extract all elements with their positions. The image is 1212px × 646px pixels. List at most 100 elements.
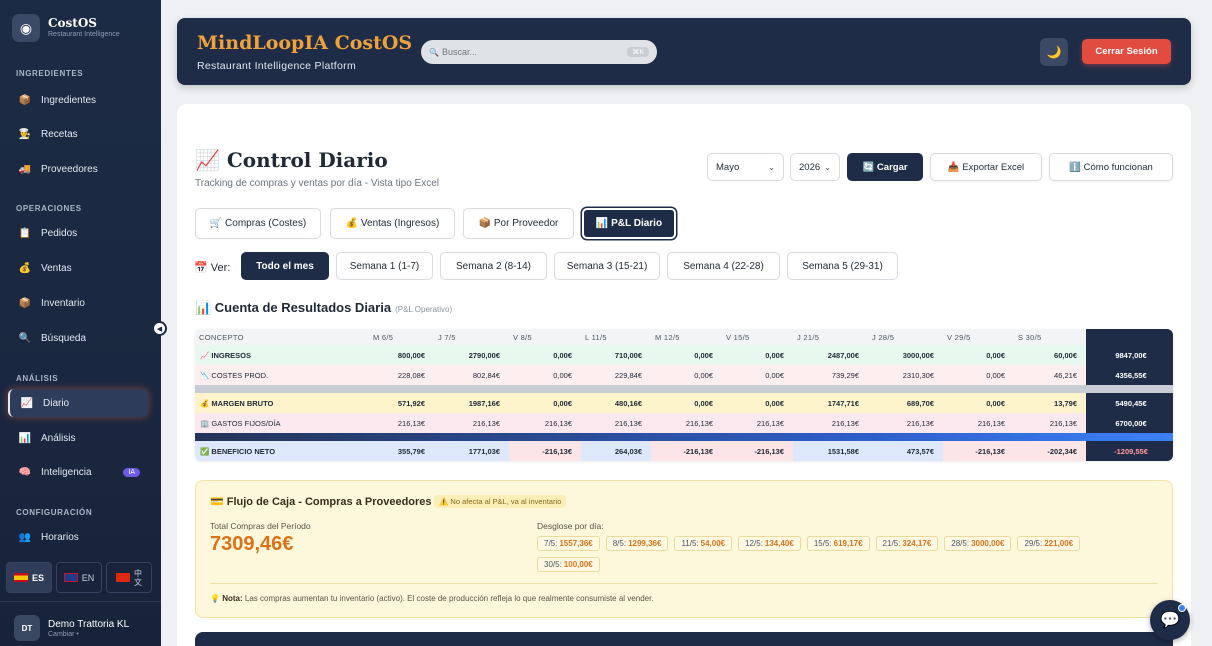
theme-toggle-moon-icon[interactable]: 🌙 — [1040, 38, 1068, 66]
breakdown-label: Desglose por día: — [537, 521, 604, 531]
pl-section-title: 📊 Cuenta de Resultados Diaria (P&L Operat… — [195, 300, 452, 316]
sidebar-item-label: Horarios — [41, 531, 79, 543]
note-text: Las compras aumentan tu inventario (acti… — [242, 594, 654, 603]
week-filter-2[interactable]: Semana 2 (8-14) — [440, 252, 547, 280]
app-title: MindLoopIA CostOS — [197, 32, 413, 54]
total-cell: 6700,00€ — [1086, 413, 1173, 433]
sidebar-item-analisis[interactable]: 📊 Análisis — [8, 424, 148, 452]
total-cell: -1209,55€ — [1086, 441, 1173, 461]
tab-ventas[interactable]: 💰 Ventas (Ingresos) — [330, 208, 455, 239]
view-label: 📅 Ver: — [194, 262, 231, 274]
table-cell: 0,00€ — [651, 393, 722, 413]
truck-icon: 🚚 — [18, 163, 32, 175]
sidebar-item-inteligencia[interactable]: 🧠 Inteligencia IA — [8, 458, 148, 486]
sidebar-item-busqueda[interactable]: 🔍 Búsqueda — [8, 324, 148, 352]
table-cell: 46,21€ — [1014, 365, 1086, 385]
lang-code: 中 文 — [134, 568, 142, 587]
divider — [210, 583, 1158, 584]
sidebar-item-label: Ingredientes — [41, 94, 97, 106]
table-cell: 264,03€ — [581, 441, 651, 461]
sidebar-item-proveedores[interactable]: 🚚 Proveedores — [8, 155, 148, 183]
table-cell: 0,00€ — [651, 345, 722, 365]
table-cell: 216,13€ — [651, 413, 722, 433]
total-purchases-label: Total Compras del Período — [210, 521, 311, 531]
day-chip: 15/5: 619,17€ — [806, 536, 870, 551]
sidebar-item-horarios[interactable]: 👥 Horarios — [8, 523, 148, 551]
table-cell: 13,79€ — [1014, 393, 1086, 413]
table-cell: 0,00€ — [509, 345, 581, 365]
lang-en-button[interactable]: EN — [56, 562, 102, 593]
brand[interactable]: ◉ CostOS Restaurant Intelligence — [12, 14, 120, 42]
tab-pl-diario[interactable]: 📊 P&L Diario — [582, 208, 676, 239]
table-cell: 229,84€ — [581, 365, 651, 385]
sidebar-item-label: Inteligencia — [41, 466, 92, 478]
pl-subtitle: (P&L Operativo) — [395, 305, 453, 314]
table-header-row: CONCEPTO M 6/5 J 7/5 V 8/5 L 11/5 M 12/5… — [195, 329, 1173, 345]
how-it-works-button[interactable]: ℹ️ Cómo funcionan — [1049, 153, 1173, 181]
brand-logo-icon: ◉ — [12, 14, 40, 42]
lang-code: ES — [31, 572, 44, 583]
table-cell: 60,00€ — [1014, 345, 1086, 365]
column-header: J 7/5 — [434, 329, 509, 345]
sidebar-item-ventas[interactable]: 💰 Ventas — [8, 254, 148, 282]
cash-flow-panel: 💳 Flujo de Caja - Compras a Proveedores … — [195, 480, 1173, 618]
chip-day: 28/5: — [951, 539, 970, 548]
bar-chart-icon: 📊 — [18, 432, 32, 444]
chip-value: 134,40€ — [764, 539, 794, 548]
table-cell: 710,00€ — [581, 345, 651, 365]
week-filter-3[interactable]: Semana 3 (15-21) — [554, 252, 660, 280]
table-cell: 0,00€ — [651, 365, 722, 385]
week-filter-1[interactable]: Semana 1 (1-7) — [336, 252, 433, 280]
lang-es-button[interactable]: ES — [6, 562, 52, 593]
sidebar-item-pedidos[interactable]: 📋 Pedidos — [8, 219, 148, 247]
table-cell: 1531,58€ — [793, 441, 868, 461]
week-filter-5[interactable]: Semana 5 (29-31) — [787, 252, 898, 280]
table-cell: 216,13€ — [793, 413, 868, 433]
language-switcher: ES EN 中 文 — [6, 562, 152, 593]
search-input[interactable]: 🔍 Buscar... ⌘K — [421, 40, 657, 64]
chip-value: 1299,36€ — [628, 539, 662, 548]
column-header: J 21/5 — [793, 329, 868, 345]
pl-table: CONCEPTO M 6/5 J 7/5 V 8/5 L 11/5 M 12/5… — [195, 329, 1173, 461]
total-column-header — [1086, 329, 1173, 345]
day-chip: 12/5: 134,40€ — [738, 536, 801, 551]
chip-day: 11/5: — [681, 539, 699, 548]
collapse-sidebar-icon[interactable]: ◀ — [152, 321, 167, 336]
table-cell: -202,34€ — [1014, 441, 1086, 461]
user-switcher[interactable]: DT Demo Trattoria KL Cambiar • — [14, 615, 129, 641]
sidebar-item-diario[interactable]: 📈 Diario — [8, 389, 148, 417]
column-header: V 8/5 — [509, 329, 581, 345]
tab-por-proveedor[interactable]: 📦 Por Proveedor — [463, 208, 574, 239]
tab-compras[interactable]: 🛒 Compras (Costes) — [195, 208, 321, 239]
brand-subtitle: Restaurant Intelligence — [48, 30, 120, 38]
week-filter-all[interactable]: Todo el mes — [241, 252, 329, 280]
row-label: 💰 MARGEN BRUTO — [195, 393, 369, 413]
year-select[interactable]: 2026 ⌄ — [790, 153, 840, 181]
chat-button[interactable]: 💬 — [1150, 600, 1190, 640]
day-chip: 30/5: 100,00€ — [537, 557, 600, 572]
sidebar-item-ingredientes[interactable]: 📦 Ingredientes — [8, 86, 148, 114]
lang-zh-button[interactable]: 中 文 — [106, 562, 152, 593]
chevron-down-icon: ⌄ — [768, 162, 775, 172]
ia-badge: IA — [123, 467, 140, 477]
load-button[interactable]: 🔄 Cargar — [847, 153, 923, 181]
logout-button[interactable]: Cerrar Sesión — [1082, 39, 1171, 64]
table-cell: 216,13€ — [722, 413, 793, 433]
table-cell: 2310,30€ — [868, 365, 943, 385]
sidebar-item-label: Ventas — [41, 262, 72, 274]
table-cell: 2790,00€ — [434, 345, 509, 365]
sidebar-item-recetas[interactable]: 👨‍🍳 Recetas — [8, 120, 148, 148]
china-flag-icon — [116, 573, 130, 582]
table-row-beneficio: ✅ BENEFICIO NETO 355,79€ 1771,03€ -216,1… — [195, 441, 1173, 461]
chat-icon: 💬 — [1160, 612, 1180, 629]
month-select[interactable]: Mayo ⌄ — [707, 153, 784, 181]
export-excel-button[interactable]: 📥 Exportar Excel — [930, 153, 1042, 181]
chef-icon: 👨‍🍳 — [18, 128, 32, 140]
sidebar-item-inventario[interactable]: 📦 Inventario — [8, 289, 148, 317]
chip-value: 221,00€ — [1044, 539, 1074, 548]
week-filter-4[interactable]: Semana 4 (22-28) — [667, 252, 780, 280]
section-ingredientes: INGREDIENTES — [16, 69, 84, 78]
cash-note: 💡 Nota: Las compras aumentan tu inventar… — [210, 594, 654, 603]
spain-flag-icon — [13, 573, 28, 582]
search-icon: 🔍 — [18, 332, 32, 344]
